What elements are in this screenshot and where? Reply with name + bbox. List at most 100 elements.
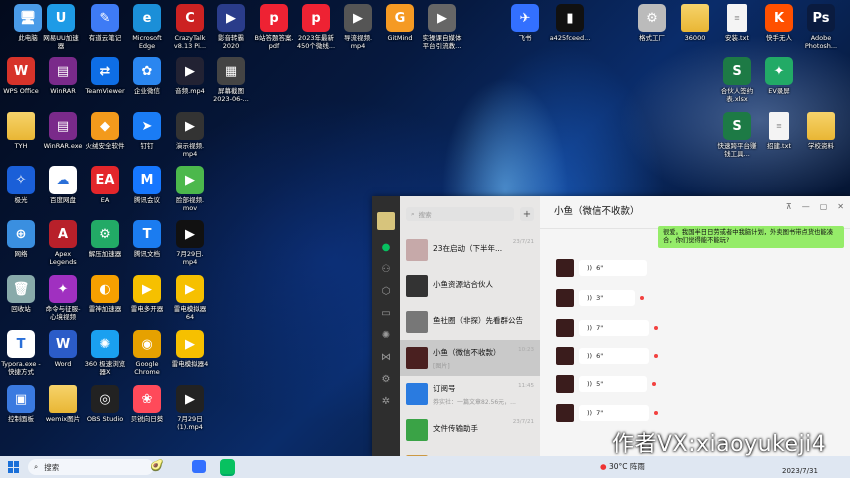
desktop-icon[interactable]: 学校资料 [796, 112, 846, 150]
sunflower-icon: ❀ [133, 385, 161, 413]
desktop-icon-label: 雷电模拟器 64 [173, 305, 207, 321]
contacts-nav-icon[interactable]: ⚇ [372, 258, 400, 280]
leishen-icon: ◐ [91, 275, 119, 303]
wechat-taskbar-icon[interactable] [220, 459, 235, 476]
chat-title: 小鱼（微信不收款） [540, 196, 850, 229]
voice-bubble[interactable]: )) 6" [579, 348, 649, 364]
avocado-icon: 🥑 [150, 459, 164, 472]
voice-bubble[interactable]: )) 5" [579, 376, 647, 392]
maximize-icon[interactable]: ▢ [820, 202, 828, 211]
desktop-icon[interactable]: ▶ 雷电模拟器 64 [165, 275, 215, 321]
voice-message[interactable]: )) 6" [556, 258, 647, 278]
voice-message[interactable]: )) 5" [556, 374, 656, 394]
desktop-icon[interactable]: ✈ 飞书 [500, 4, 550, 42]
add-button[interactable]: + [520, 207, 534, 221]
voice-message[interactable]: )) 3" [556, 288, 644, 308]
chat-time: 11:45 [518, 383, 534, 389]
voice-bubble[interactable]: )) 6" [579, 260, 647, 276]
favorites-nav-icon[interactable]: ⬡ [372, 280, 400, 302]
minimize-icon[interactable]: — [802, 202, 810, 211]
desktop-icon[interactable]: ▶ 7月29日. mp4 [165, 220, 215, 266]
pdf-icon: p [302, 4, 330, 32]
chat-nav-icon[interactable]: ● [372, 236, 400, 258]
weather-widget[interactable]: ● 30°C 阵雨 [600, 461, 645, 472]
miniprogram-nav-icon[interactable]: ⚙ [372, 368, 400, 390]
channels-nav-icon[interactable]: ⋈ [372, 346, 400, 368]
desktop-icon[interactable]: Ps Adobe Photosh... [796, 4, 846, 50]
search-placeholder: 搜索 [418, 211, 432, 219]
taskbar-search[interactable]: ⌕ 搜索 [28, 459, 154, 475]
pin-icon[interactable]: ⊼ [786, 202, 792, 211]
voice-bubble[interactable]: )) 3" [579, 290, 635, 306]
files-nav-icon[interactable]: ▭ [372, 302, 400, 324]
moments-nav-icon[interactable]: ✺ [372, 324, 400, 346]
chat-list-item[interactable]: 小鱼资源站合伙人 [400, 268, 540, 304]
chat-name: 鱼社圈（非探）先看群公告 [433, 316, 523, 325]
chat-time: 10:23 [518, 347, 534, 353]
dingtalk-icon: ➤ [133, 112, 161, 140]
voice-message[interactable]: )) 6" [556, 346, 658, 366]
desktop-icon-label: 演示视频. mp4 [175, 142, 205, 158]
unread-dot [652, 382, 656, 386]
desktop-icon[interactable]: ✦ EV录屏 [754, 57, 804, 95]
desktop-icon-label: 飞书 [518, 34, 532, 42]
desktop-icon[interactable]: ▶ 脸部视频. mov [165, 166, 215, 212]
ev-icon: ✦ [765, 57, 793, 85]
voice-bubble[interactable]: )) 7" [579, 405, 649, 421]
voice-message[interactable]: )) 7" [556, 318, 658, 338]
voice-bubble[interactable]: )) 7" [579, 320, 649, 336]
start-button[interactable] [8, 461, 20, 473]
voice-duration: 6" [596, 264, 604, 272]
obs-icon: ◎ [91, 385, 119, 413]
wechat-nav-bar: ● ⚇ ⬡ ▭ ✺ ⋈ ⚙ ✲ [372, 196, 400, 456]
excel-icon: S [723, 57, 751, 85]
desktop-icon[interactable]: ▮ a425fceed... [545, 4, 595, 42]
chat-list-item[interactable]: 23在启动（下半年... 23/7/21 [400, 232, 540, 268]
my-avatar[interactable] [377, 212, 395, 230]
chat-list-item[interactable]: 小鱼（微信不收款） [图片] 10:23 [400, 340, 540, 376]
desktop-icon-label: Adobe Photosh... [804, 34, 838, 50]
crazytalk-icon: C [176, 4, 204, 32]
desktop-icon[interactable]: ▶ 实操课自媒体 平台引流教... [417, 4, 467, 50]
chat-time: 23/7/21 [512, 239, 534, 245]
voice-wave-icon: )) [587, 264, 593, 272]
desktop-icon[interactable]: ▶ 7月29日 (1).mp4 [165, 385, 215, 431]
desktop-icon[interactable]: ▶ 雷电模拟器4 [165, 330, 215, 368]
chat-list-item[interactable]: 鱼社圈（非探）先看群公告 [400, 304, 540, 340]
tencent-meeting-icon: M [133, 166, 161, 194]
chrome-icon: ◉ [133, 330, 161, 358]
feishu-icon: ✈ [511, 4, 539, 32]
control-panel-icon: ▣ [7, 385, 35, 413]
voice-wave-icon: )) [587, 324, 593, 332]
image-icon: ▮ [556, 4, 584, 32]
video-icon: ▶ [176, 112, 204, 140]
unzip-icon: ⚙ [91, 220, 119, 248]
chat-list-item[interactable]: 群能小龙... [400, 448, 540, 456]
close-icon[interactable]: ✕ [837, 202, 844, 211]
unread-dot [654, 326, 658, 330]
video-icon: ▶ [176, 385, 204, 413]
chat-list-item[interactable]: 文件传输助手 23/7/21 [400, 412, 540, 448]
desktop-icon[interactable]: ▦ 屏幕截图 2023-06-... [206, 57, 256, 103]
voice-duration: 7" [596, 324, 604, 332]
folder-icon [49, 385, 77, 413]
voice-message[interactable]: )) 7" [556, 403, 658, 423]
clock-date[interactable]: 2023/7/31 [782, 467, 818, 475]
window-controls: ⊼ — ▢ ✕ [786, 202, 844, 211]
feishu-taskbar-icon[interactable] [192, 460, 206, 473]
search-input[interactable]: ⌕ 搜索 [406, 207, 514, 221]
desktop-icon-label: 雷电模拟器4 [171, 360, 209, 368]
more-nav-icon[interactable]: ✲ [372, 390, 400, 412]
voice-duration: 7" [596, 409, 604, 417]
sender-avatar [556, 319, 574, 337]
recycle-bin-icon: 🗑 [7, 275, 35, 303]
voice-wave-icon: )) [587, 409, 593, 417]
txt-icon: ≡ [769, 112, 789, 140]
desktop-icon[interactable]: U 网易UU加速 器 [36, 4, 86, 50]
wecom-icon: ✿ [133, 57, 161, 85]
desktop-icon-label: 实操课自媒体 平台引流教... [422, 34, 462, 50]
desktop-icon[interactable]: ▶ 演示视频. mp4 [165, 112, 215, 158]
sender-avatar [556, 259, 574, 277]
sender-avatar [556, 289, 574, 307]
chat-list-item[interactable]: 订阅号 券实社：一篇文章82.56元，... 11:45 [400, 376, 540, 412]
